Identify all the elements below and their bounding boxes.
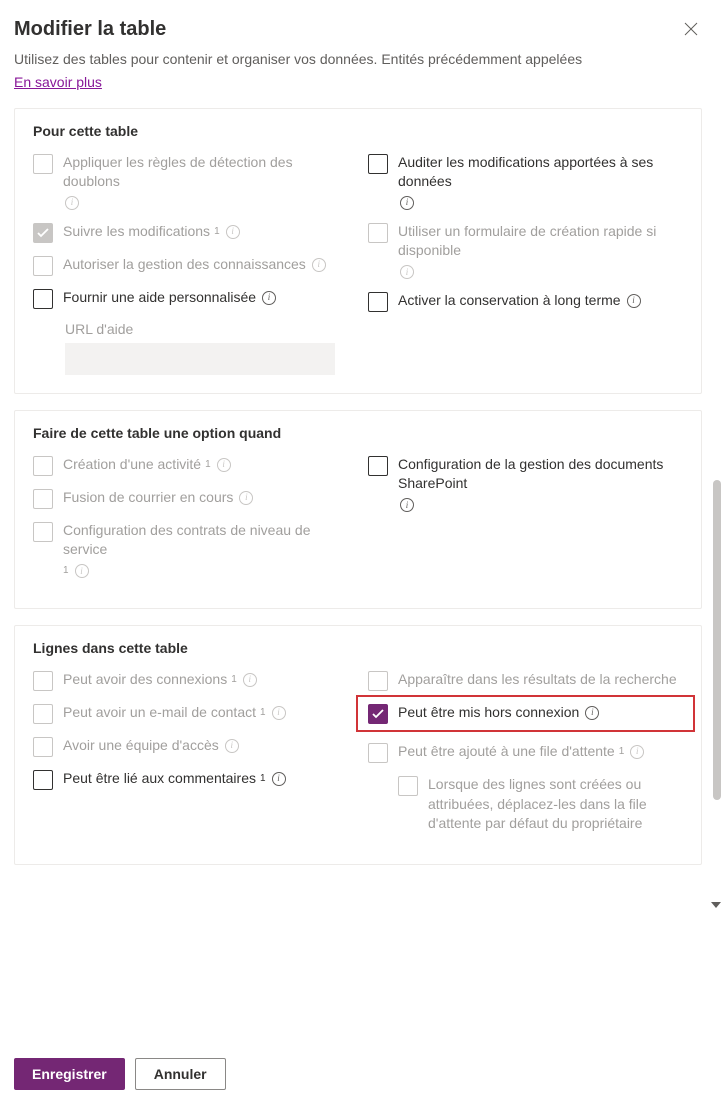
check-icon (37, 228, 49, 238)
check-icon (372, 709, 384, 719)
checkbox-queue-sub (398, 776, 418, 796)
opt-label: Configuration des contrats de niveau de … (63, 521, 348, 560)
section-title: Faire de cette table une option quand (33, 425, 683, 441)
section-title: Pour cette table (33, 123, 683, 139)
info-icon[interactable]: i (243, 673, 257, 687)
info-icon[interactable]: i (400, 498, 414, 512)
info-icon[interactable]: i (226, 225, 240, 239)
opt-label: Peut avoir des connexions (63, 670, 227, 690)
info-icon[interactable]: i (217, 458, 231, 472)
opt-label: Création d'une activité (63, 455, 201, 475)
checkbox-access-team (33, 737, 53, 757)
opt-label: Peut être ajouté à une file d'attente (398, 742, 615, 762)
checkbox-apply-dup (33, 154, 53, 174)
page-subtitle: Utilisez des tables pour contenir et org… (14, 50, 702, 70)
close-button[interactable] (680, 18, 702, 44)
opt-label: Activer la conservation à long terme (398, 291, 621, 311)
checkbox-connections (33, 671, 53, 691)
info-icon[interactable]: i (627, 294, 641, 308)
checkbox-queue (368, 743, 388, 763)
opt-connections: Peut avoir des connexions1 i (33, 670, 348, 691)
opt-label: Utiliser un formulaire de création rapid… (398, 222, 683, 261)
checkbox-audit[interactable] (368, 154, 388, 174)
checkbox-search (368, 671, 388, 691)
help-url-input (65, 343, 335, 375)
opt-sharepoint[interactable]: Configuration de la gestion des document… (368, 455, 683, 512)
opt-label: Apparaître dans les résultats de la rech… (398, 670, 677, 690)
footer: Enregistrer Annuler (14, 1040, 226, 1090)
opt-label: Appliquer les règles de détection des do… (63, 153, 348, 192)
checkbox-contact-email (33, 704, 53, 724)
info-icon[interactable]: i (585, 706, 599, 720)
cancel-button[interactable]: Annuler (135, 1058, 226, 1090)
page-title: Modifier la table (14, 18, 166, 41)
checkbox-long-term[interactable] (368, 292, 388, 312)
opt-search-results: Apparaître dans les résultats de la rech… (368, 670, 683, 691)
highlight-offline: Peut être mis hors connexion i (356, 695, 695, 732)
checkbox-quick-form (368, 223, 388, 243)
opt-activity: Création d'une activité1 i (33, 455, 348, 476)
scrollbar[interactable] (712, 480, 722, 910)
checkbox-sharepoint[interactable] (368, 456, 388, 476)
opt-offline[interactable]: Peut être mis hors connexion i (368, 703, 683, 724)
section-for-this-table: Pour cette table Appliquer les règles de… (14, 108, 702, 394)
checkbox-allow-knowledge (33, 256, 53, 276)
info-icon[interactable]: i (75, 564, 89, 578)
scroll-area[interactable]: Pour cette table Appliquer les règles de… (14, 108, 702, 988)
close-icon (684, 22, 698, 36)
opt-quick-form: Utiliser un formulaire de création rapid… (368, 222, 683, 279)
opt-access-team: Avoir une équipe d'accès i (33, 736, 348, 757)
checkbox-offline[interactable] (368, 704, 388, 724)
help-url-label: URL d'aide (65, 321, 348, 337)
info-icon[interactable]: i (225, 739, 239, 753)
info-icon[interactable]: i (272, 772, 286, 786)
opt-sla: Configuration des contrats de niveau de … (33, 521, 348, 578)
opt-allow-knowledge: Autoriser la gestion des connaissances i (33, 255, 348, 276)
opt-mail-merge: Fusion de courrier en cours i (33, 488, 348, 509)
info-icon[interactable]: i (239, 491, 253, 505)
info-icon[interactable]: i (400, 265, 414, 279)
checkbox-sla (33, 522, 53, 542)
opt-queue: Peut être ajouté à une file d'attente1 i (368, 742, 683, 763)
section-rows: Lignes dans cette table Peut avoir des c… (14, 625, 702, 865)
info-icon[interactable]: i (272, 706, 286, 720)
opt-label: Lorsque des lignes sont créées ou attrib… (428, 775, 683, 834)
info-icon[interactable]: i (400, 196, 414, 210)
opt-label: Avoir une équipe d'accès (63, 736, 219, 756)
opt-contact-email: Peut avoir un e-mail de contact1 i (33, 703, 348, 724)
opt-label: Auditer les modifications apportées à se… (398, 153, 683, 192)
checkbox-mail-merge (33, 489, 53, 509)
section-option-when: Faire de cette table une option quand Cr… (14, 410, 702, 609)
opt-label: Fusion de courrier en cours (63, 488, 233, 508)
opt-track-changes: Suivre les modifications1 i (33, 222, 348, 243)
info-icon[interactable]: i (262, 291, 276, 305)
opt-label: Fournir une aide personnalisée (63, 288, 256, 308)
learn-more-link[interactable]: En savoir plus (14, 74, 102, 90)
opt-label: Configuration de la gestion des document… (398, 455, 683, 494)
section-title: Lignes dans cette table (33, 640, 683, 656)
save-button[interactable]: Enregistrer (14, 1058, 125, 1090)
opt-feedback[interactable]: Peut être lié aux commentaires1 i (33, 769, 348, 790)
opt-long-term[interactable]: Activer la conservation à long terme i (368, 291, 683, 312)
opt-audit[interactable]: Auditer les modifications apportées à se… (368, 153, 683, 210)
checkbox-activity (33, 456, 53, 476)
opt-label: Peut être mis hors connexion (398, 703, 579, 723)
checkbox-track-changes (33, 223, 53, 243)
checkbox-custom-help[interactable] (33, 289, 53, 309)
scrollbar-thumb[interactable] (713, 480, 721, 800)
opt-label: Peut être lié aux commentaires (63, 769, 256, 789)
info-icon[interactable]: i (630, 745, 644, 759)
info-icon[interactable]: i (312, 258, 326, 272)
opt-label: Peut avoir un e-mail de contact (63, 703, 256, 723)
info-icon[interactable]: i (65, 196, 79, 210)
opt-queue-sub: Lorsque des lignes sont créées ou attrib… (398, 775, 683, 834)
scroll-down-icon[interactable] (711, 902, 721, 908)
opt-label: Suivre les modifications (63, 222, 210, 242)
opt-label: Autoriser la gestion des connaissances (63, 255, 306, 275)
opt-custom-help[interactable]: Fournir une aide personnalisée i (33, 288, 348, 309)
opt-apply-dup-rules: Appliquer les règles de détection des do… (33, 153, 348, 210)
checkbox-feedback[interactable] (33, 770, 53, 790)
